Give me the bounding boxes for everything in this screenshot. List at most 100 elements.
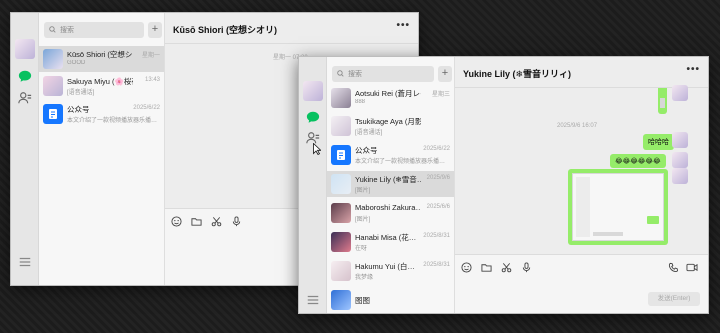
- conversation-name: 图图: [355, 296, 370, 305]
- text-message[interactable]: 哈哈哈: [643, 134, 674, 150]
- official-account-avatar: [331, 145, 351, 165]
- emoji-icon[interactable]: [171, 216, 182, 227]
- conversation-item[interactable]: Hanabi Misa (花… 在呀 2025/8/31: [327, 229, 454, 255]
- conversation-name: Yukine Lily (❄雪音…: [355, 175, 421, 184]
- avatar: [43, 76, 63, 96]
- chat-title: Kūsō Shiori (空想シオリ): [173, 25, 277, 35]
- conversation-name: Hanabi Misa (花…: [355, 233, 417, 242]
- conversation-preview: [语音通话]: [355, 130, 383, 136]
- more-button[interactable]: •••: [396, 20, 410, 31]
- conversation-preview: 888: [355, 99, 366, 105]
- document-icon: [337, 150, 345, 160]
- conversation-name: 公众号: [355, 146, 378, 155]
- chat-panel: Yukine Lily (❄雪音リリィ) ••• 2025/9/6 16:07 …: [455, 57, 708, 313]
- conversation-time: 2025/8/31: [423, 262, 450, 268]
- composer-toolbar: [171, 216, 242, 227]
- chat-window-front[interactable]: 搜索 + Aotsuki Rei (蒼月レイ) 888 星期三 Tsukikag…: [298, 56, 709, 314]
- search-icon: [49, 26, 56, 33]
- avatar: [672, 132, 688, 148]
- avatar: [331, 232, 351, 252]
- emoji-icon[interactable]: [461, 262, 472, 273]
- chat-icon[interactable]: [306, 110, 320, 124]
- conversation-time: 星期三: [431, 92, 450, 98]
- profile-avatar[interactable]: [303, 81, 323, 101]
- avatar: [331, 261, 351, 281]
- search-input[interactable]: 搜索: [44, 22, 144, 38]
- conversation-name: Kūsō Shiori (空想シオリ): [67, 50, 133, 59]
- add-button[interactable]: +: [438, 66, 452, 82]
- conversation-preview: 本文介绍了一款视频播放器乐播…: [67, 118, 158, 124]
- official-account-avatar: [43, 104, 63, 124]
- search-placeholder: 搜索: [348, 71, 362, 78]
- conversation-item[interactable]: Hakumu Yui (白… 我梦缘 2025/8/31: [327, 258, 454, 284]
- thumbnail-toolbar: [593, 232, 623, 236]
- composer-toolbar: [461, 262, 532, 273]
- folder-icon[interactable]: [191, 216, 202, 227]
- search-icon: [337, 70, 344, 77]
- conversation-item[interactable]: Kūsō Shiori (空想シオリ) GOOD 星期一: [39, 46, 164, 72]
- conversation-preview: 我梦缘: [355, 275, 374, 281]
- conversation-time: 13:43: [144, 77, 160, 83]
- sidebar-rail: [11, 13, 39, 285]
- search-placeholder: 搜索: [60, 27, 74, 34]
- composer[interactable]: 发送(Enter): [455, 254, 708, 313]
- avatar: [331, 203, 351, 223]
- conversation-name: Maboroshi Zakura…: [355, 203, 421, 212]
- mouse-cursor-icon: [313, 143, 321, 155]
- send-button[interactable]: 发送(Enter): [648, 292, 700, 306]
- conversation-list: 搜索 + Aotsuki Rei (蒼月レイ) 888 星期三 Tsukikag…: [313, 57, 455, 313]
- microphone-icon[interactable]: [521, 262, 532, 273]
- scissors-icon[interactable]: [211, 216, 222, 227]
- profile-avatar[interactable]: [15, 39, 35, 59]
- image-message[interactable]: [568, 169, 668, 245]
- chat-icon[interactable]: [18, 69, 32, 83]
- conversation-item[interactable]: 公众号 本文介绍了一款视频播放器乐播… 2025/6/22: [327, 142, 454, 168]
- conversation-item[interactable]: 图图: [327, 287, 454, 313]
- avatar: [331, 116, 351, 136]
- video-call-icon[interactable]: [686, 262, 698, 273]
- conversation-name: 公众号: [67, 105, 90, 114]
- menu-icon[interactable]: [306, 293, 320, 307]
- conversation-name: Hakumu Yui (白…: [355, 262, 415, 271]
- message-timestamp: 2025/9/6 16:07: [557, 123, 598, 129]
- avatar: [43, 49, 63, 69]
- avatar: [672, 85, 688, 101]
- conversation-time: 2025/9/6: [426, 175, 450, 181]
- sidebar-rail: [299, 57, 327, 313]
- emoji-message[interactable]: 😂😂😂😂😂😂: [610, 154, 666, 168]
- avatar: [672, 152, 688, 168]
- conversation-item[interactable]: Sakuya Miyu (🌸桜夜… [语音通话] 13:43: [39, 73, 164, 99]
- image-thumbnail: [660, 98, 665, 108]
- conversation-list: 搜索 + Kūsō Shiori (空想シオリ) GOOD 星期一 Sakuya…: [39, 13, 165, 285]
- conversation-time: 2025/6/22: [423, 146, 450, 152]
- conversation-time: 星期一: [141, 53, 160, 59]
- image-thumbnail: [572, 173, 664, 241]
- more-button[interactable]: •••: [686, 64, 700, 75]
- conversation-item[interactable]: Yukine Lily (❄雪音… [图片] 2025/9/6: [327, 171, 454, 197]
- scissors-icon[interactable]: [501, 262, 512, 273]
- chat-title: Yukine Lily (❄雪音リリィ): [463, 69, 572, 79]
- conversation-item[interactable]: 公众号 本文介绍了一款视频播放器乐播… 2025/6/22: [39, 101, 164, 127]
- folder-icon[interactable]: [481, 262, 492, 273]
- add-button[interactable]: +: [148, 22, 162, 38]
- conversation-preview: 本文介绍了一款视频播放器乐播…: [355, 159, 446, 165]
- phone-icon[interactable]: [668, 262, 679, 273]
- conversation-item[interactable]: Maboroshi Zakura… [图片] 2025/6/6: [327, 200, 454, 226]
- conversation-preview: GOOD: [67, 60, 86, 66]
- conversation-preview: [语音通话]: [67, 90, 95, 96]
- conversation-item[interactable]: Aotsuki Rei (蒼月レイ) 888 星期三: [327, 85, 454, 111]
- conversation-preview: [图片]: [355, 217, 371, 223]
- conversation-time: 2025/6/6: [426, 204, 450, 210]
- avatar: [672, 168, 688, 184]
- header-divider: [455, 87, 708, 88]
- conversation-name: Aotsuki Rei (蒼月レイ): [355, 89, 421, 98]
- avatar: [331, 174, 351, 194]
- contacts-icon[interactable]: [18, 91, 32, 105]
- microphone-icon[interactable]: [231, 216, 242, 227]
- conversation-item[interactable]: Tsukikage Aya (月影… [语音通话]: [327, 113, 454, 139]
- search-input[interactable]: 搜索: [332, 66, 434, 82]
- menu-icon[interactable]: [18, 255, 32, 269]
- image-message[interactable]: [658, 88, 667, 114]
- avatar: [331, 290, 351, 310]
- conversation-time: 2025/6/22: [133, 105, 160, 111]
